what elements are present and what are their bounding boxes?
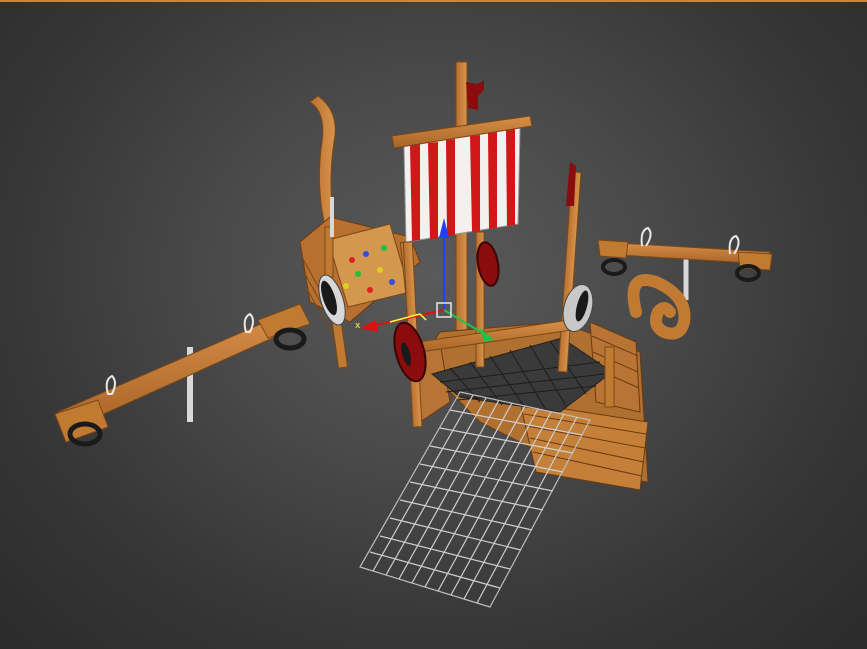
- x-arrow-icon: [360, 320, 378, 332]
- seesaw-seat-left: [597, 239, 629, 259]
- climbing-hold-icon: [389, 279, 395, 285]
- climbing-hold-icon: [363, 251, 369, 257]
- left-seesaw[interactable]: [54, 303, 311, 447]
- handle-icon: [640, 226, 652, 247]
- climbing-hold-icon: [377, 267, 383, 273]
- right-seesaw[interactable]: [597, 226, 773, 300]
- mast-flag: [466, 80, 484, 110]
- climbing-hold-icon: [349, 257, 355, 263]
- tire-icon: [273, 327, 307, 351]
- gizmo-x-label: x: [355, 321, 361, 331]
- climbing-hold-icon: [367, 287, 373, 293]
- sail: [403, 127, 521, 243]
- climbing-hold-icon: [343, 283, 349, 289]
- tire-icon: [601, 258, 627, 276]
- scene-canvas[interactable]: x: [0, 2, 867, 649]
- climbing-hold-icon: [355, 271, 361, 277]
- 3d-viewport[interactable]: x: [0, 0, 867, 649]
- bow-spiral: [627, 274, 691, 340]
- climbing-hold-icon: [381, 245, 387, 251]
